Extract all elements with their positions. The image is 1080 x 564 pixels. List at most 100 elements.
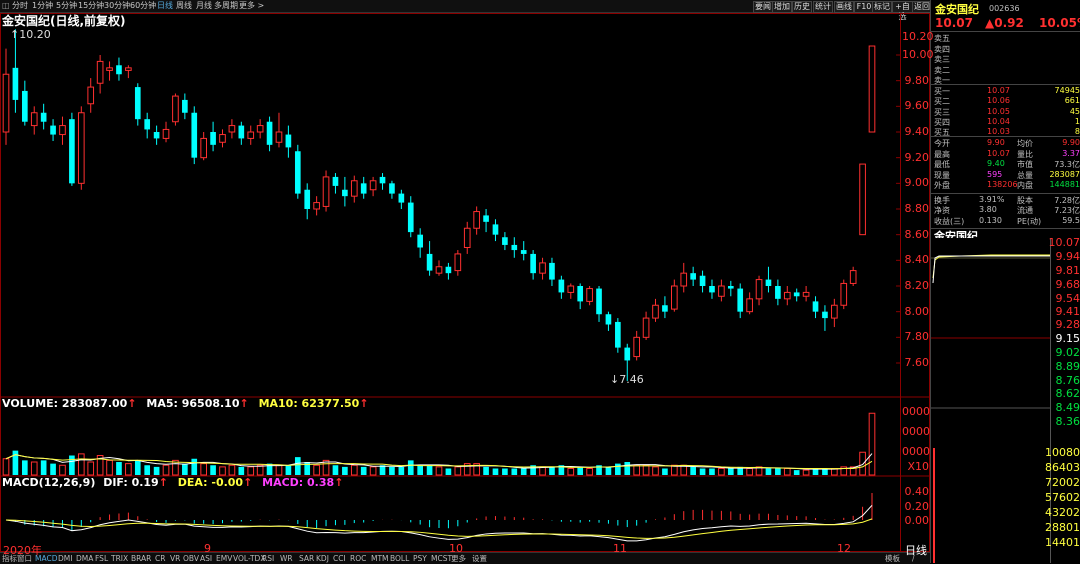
- volume-bar: [220, 467, 226, 475]
- volume-bar: [417, 465, 423, 475]
- stat-label: 内盘: [1017, 180, 1033, 191]
- indicator-tab-21[interactable]: BOLL: [390, 553, 409, 564]
- price-tick: 8.00: [902, 305, 929, 318]
- indicator-tab-9[interactable]: VR: [170, 553, 180, 564]
- candle: [399, 190, 405, 209]
- tab-3[interactable]: 15分钟: [78, 0, 104, 12]
- candle: [803, 286, 809, 301]
- buy-price: 10.07: [987, 86, 1010, 95]
- toolbar-btn-2[interactable]: 历史: [792, 1, 812, 13]
- candle: [662, 296, 668, 318]
- volume-bar: [88, 462, 94, 475]
- volume-bar: [126, 464, 132, 475]
- indicator-tab-25[interactable]: 设置: [472, 553, 487, 564]
- candle: [286, 126, 292, 158]
- price-change-pct: 10.05%: [1039, 16, 1080, 30]
- volume-bar: [116, 462, 122, 475]
- indicator-tab-12[interactable]: EMV: [216, 553, 232, 564]
- volume-bar: [709, 469, 715, 476]
- candle: [191, 106, 197, 164]
- toolbar-btn-5[interactable]: F10: [854, 1, 874, 13]
- stat-value: 3.37: [1062, 149, 1080, 158]
- volume-bar: [483, 467, 489, 475]
- menu-icon[interactable]: ◫: [2, 0, 10, 12]
- volume-bar: [370, 467, 376, 475]
- tab-4[interactable]: 30分钟: [104, 0, 130, 12]
- candle: [530, 250, 536, 280]
- candle: [361, 177, 367, 199]
- volume-bar: [606, 467, 612, 475]
- candle: [841, 280, 847, 310]
- volume-bar: [455, 467, 461, 475]
- tab-10[interactable]: 更多 >: [239, 0, 264, 12]
- stat-value: 595: [987, 170, 1002, 179]
- indicator-tab-19[interactable]: ROC: [350, 553, 366, 564]
- tab-5[interactable]: 60分钟: [130, 0, 156, 12]
- indicator-tab-16[interactable]: SAR: [299, 553, 314, 564]
- indicator-tab-18[interactable]: CCI: [333, 553, 346, 564]
- candle: [822, 305, 828, 331]
- candle: [370, 177, 376, 196]
- stat-value: 3.80: [979, 205, 997, 214]
- tab-7[interactable]: 周线: [176, 0, 192, 12]
- month-label: 2020年: [3, 542, 42, 558]
- indicator-tab-17[interactable]: KDJ: [316, 553, 329, 564]
- volume-bar: [624, 462, 630, 475]
- indicator-tab-7[interactable]: BRAR: [131, 553, 151, 564]
- kline-chart-area[interactable]: [0, 13, 930, 552]
- candle: [634, 331, 640, 361]
- tab-1[interactable]: 1分钟: [32, 0, 53, 12]
- candle: [135, 83, 141, 125]
- indicator-tab-5[interactable]: FSL: [95, 553, 108, 564]
- indicator-tab-8[interactable]: CR: [155, 553, 165, 564]
- candle: [295, 145, 301, 199]
- candle: [511, 237, 517, 258]
- tab-6[interactable]: 日线: [157, 0, 173, 12]
- indicator-tabs: 指标窗口MACDDMIDMAFSLTRIXBRARCRVROBVASIEMVVO…: [0, 552, 930, 564]
- indicator-tab-14[interactable]: RSI: [262, 553, 274, 564]
- candle: [690, 267, 696, 286]
- mini-price-tick: 8.36: [1056, 415, 1080, 428]
- stat-value: 9.90: [987, 138, 1005, 147]
- tab-0[interactable]: 分时: [12, 0, 28, 12]
- indicator-tab-3[interactable]: DMI: [58, 553, 72, 564]
- candle: [483, 209, 489, 232]
- tab-9[interactable]: 多周期: [214, 0, 238, 12]
- indicator-tab-6[interactable]: TRIX: [111, 553, 128, 564]
- stat-label: PE(动): [1017, 216, 1041, 227]
- tab-2[interactable]: 5分钟: [56, 0, 77, 12]
- template-tab[interactable]: 模板: [885, 553, 900, 564]
- volume-bar: [700, 469, 706, 476]
- toolbar-btn-3[interactable]: 统计: [813, 1, 833, 13]
- candle: [248, 126, 254, 145]
- indicator-tab-4[interactable]: DMA: [76, 553, 93, 564]
- candle: [455, 250, 461, 276]
- volume-bar: [163, 465, 169, 475]
- indicator-tab-10[interactable]: OBV: [183, 553, 199, 564]
- buy-price: 10.04: [987, 117, 1010, 126]
- candle: [304, 183, 310, 219]
- stat-label: 收益(三): [934, 216, 964, 227]
- candle: [60, 117, 66, 145]
- buy-price: 10.06: [987, 96, 1010, 105]
- toolbar-btn-0[interactable]: 要闻: [753, 1, 773, 13]
- toolbar-btn-7[interactable]: +自选: [892, 1, 913, 13]
- volume-bar: [144, 465, 150, 475]
- volume-bar: [351, 465, 357, 475]
- toolbar-btn-6[interactable]: 标记: [872, 1, 892, 13]
- indicator-tab-15[interactable]: WR: [280, 553, 293, 564]
- toolbar-btn-4[interactable]: 画线: [834, 1, 854, 13]
- macd-histogram: [6, 493, 872, 531]
- indicator-tab-13[interactable]: VOL-TDX: [233, 553, 265, 564]
- stat-value: 9.40: [987, 159, 1005, 168]
- indicator-tab-20[interactable]: MTM: [371, 553, 389, 564]
- toolbar-btn-8[interactable]: 返回: [912, 1, 932, 13]
- candle: [31, 106, 37, 134]
- candle: [606, 312, 612, 331]
- toolbar-btn-1[interactable]: 增加: [772, 1, 792, 13]
- candle: [163, 122, 169, 143]
- indicator-tab-22[interactable]: PSY: [413, 553, 427, 564]
- candle: [50, 119, 56, 141]
- tab-8[interactable]: 月线: [196, 0, 212, 12]
- buy-vol: 8: [1075, 127, 1080, 136]
